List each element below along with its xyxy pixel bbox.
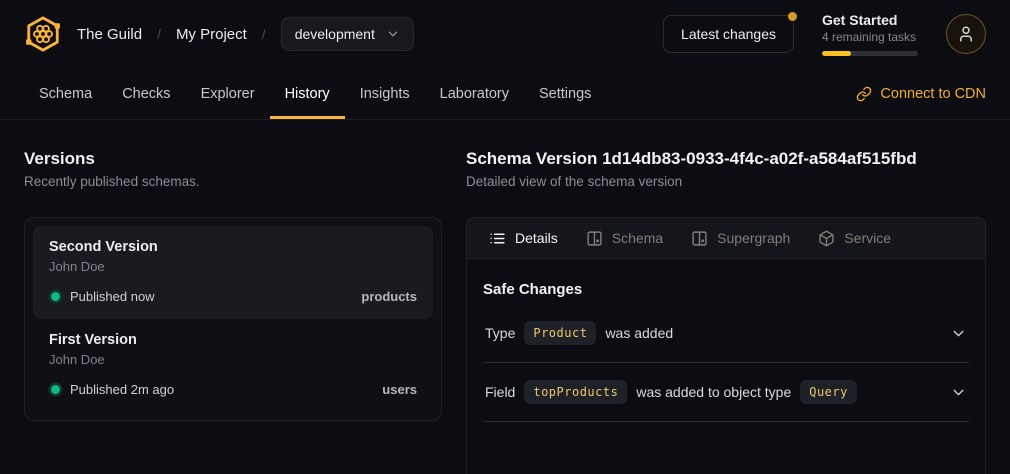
versions-subtitle: Recently published schemas. (24, 174, 442, 189)
safe-changes-heading: Safe Changes (483, 281, 969, 298)
detail-tabs: Details Schema Supergraph Service (466, 217, 986, 259)
chevron-down-icon[interactable] (950, 384, 967, 401)
get-started-progress-fill (822, 51, 851, 56)
columns-icon (586, 230, 603, 247)
user-avatar[interactable] (946, 14, 986, 54)
version-author: John Doe (49, 352, 417, 367)
tab-service[interactable]: Service (804, 218, 905, 258)
list-icon (489, 230, 506, 247)
published-status-icon (51, 385, 60, 394)
connect-to-cdn-link[interactable]: Connect to CDN (856, 68, 986, 119)
tab-details[interactable]: Details (475, 218, 572, 258)
tab-supergraph[interactable]: Supergraph (677, 218, 804, 258)
main-content: Versions Recently published schemas. Sec… (0, 120, 1010, 474)
breadcrumb: The Guild / My Project / development (24, 15, 414, 53)
version-list-item[interactable]: Second Version John Doe Published now pr… (33, 226, 433, 319)
tab-history[interactable]: History (270, 68, 345, 119)
change-row[interactable]: Field topProducts was added to object ty… (483, 363, 969, 422)
version-name: Second Version (49, 239, 417, 255)
tab-laboratory[interactable]: Laboratory (425, 68, 524, 119)
schema-version-subtitle: Detailed view of the schema version (466, 174, 986, 189)
get-started-progress-bar (822, 51, 918, 56)
breadcrumb-separator: / (157, 26, 161, 42)
versions-panel: Versions Recently published schemas. Sec… (24, 148, 442, 474)
version-author: John Doe (49, 259, 417, 274)
change-row[interactable]: Type Product was added (483, 304, 969, 363)
tab-schema-view[interactable]: Schema (572, 218, 677, 258)
change-text: Field (485, 384, 515, 400)
version-status: Published now (70, 289, 155, 304)
main-nav: Schema Checks Explorer History Insights … (0, 68, 1010, 120)
notification-dot (788, 12, 797, 21)
published-status-icon (51, 292, 60, 301)
cube-icon (818, 230, 835, 247)
chevron-down-icon[interactable] (950, 325, 967, 342)
get-started-subtitle: 4 remaining tasks (822, 30, 918, 44)
versions-list: Second Version John Doe Published now pr… (24, 217, 442, 421)
change-text: Type (485, 325, 515, 341)
schema-version-title: Schema Version 1d14db83-0933-4f4c-a02f-a… (466, 148, 986, 169)
org-name[interactable]: The Guild (77, 26, 142, 43)
connect-to-cdn-label: Connect to CDN (880, 86, 986, 102)
tab-details-label: Details (515, 230, 558, 246)
versions-title: Versions (24, 148, 442, 169)
project-name[interactable]: My Project (176, 26, 247, 43)
tab-supergraph-label: Supergraph (717, 230, 790, 246)
field-name-badge: topProducts (524, 380, 627, 404)
version-list-item[interactable]: First Version John Doe Published 2m ago … (33, 319, 433, 412)
nav-tabs: Schema Checks Explorer History Insights … (24, 68, 606, 119)
chevron-down-icon (386, 27, 400, 41)
version-service: products (361, 289, 417, 304)
latest-changes-label: Latest changes (681, 26, 776, 42)
tab-explorer[interactable]: Explorer (186, 68, 270, 119)
change-text: was added (605, 325, 673, 341)
columns-icon (691, 230, 708, 247)
version-service: users (382, 382, 417, 397)
change-text: was added to object type (636, 384, 791, 400)
tab-checks[interactable]: Checks (107, 68, 185, 119)
get-started-widget[interactable]: Get Started 4 remaining tasks (822, 12, 918, 56)
version-status: Published 2m ago (70, 382, 174, 397)
latest-changes-button[interactable]: Latest changes (663, 15, 794, 53)
tab-service-label: Service (844, 230, 891, 246)
tab-settings[interactable]: Settings (524, 68, 606, 119)
version-name: First Version (49, 332, 417, 348)
changes-panel: Safe Changes Type Product was added Fiel… (466, 259, 986, 474)
environment-select-value: development (295, 26, 375, 42)
breadcrumb-separator: / (262, 26, 266, 42)
app-header: The Guild / My Project / development Lat… (0, 0, 1010, 68)
type-name-badge: Product (524, 321, 596, 345)
get-started-title: Get Started (822, 12, 918, 28)
tab-schema-view-label: Schema (612, 230, 663, 246)
tab-schema[interactable]: Schema (24, 68, 107, 119)
guild-logo-icon[interactable] (24, 15, 62, 53)
schema-version-panel: Schema Version 1d14db83-0933-4f4c-a02f-a… (466, 148, 986, 474)
user-icon (957, 25, 975, 43)
environment-select[interactable]: development (281, 17, 414, 51)
header-actions: Latest changes Get Started 4 remaining t… (663, 12, 986, 56)
tab-insights[interactable]: Insights (345, 68, 425, 119)
link-icon (856, 86, 872, 102)
type-name-badge: Query (800, 380, 857, 404)
